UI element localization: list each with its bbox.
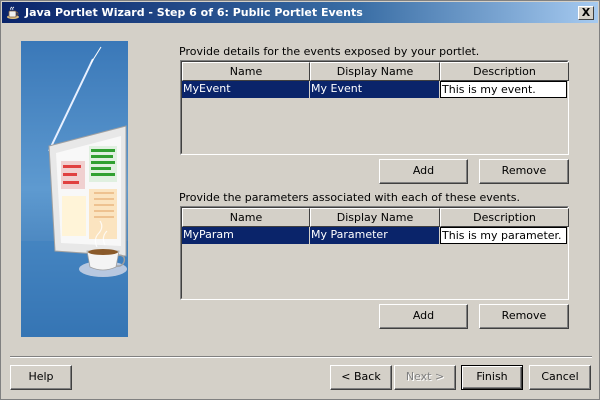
column-header-name[interactable]: Name: [182, 62, 310, 81]
wizard-dialog: Java Portlet Wizard - Step 6 of 6: Publi…: [0, 0, 600, 400]
finish-button[interactable]: Finish: [461, 365, 523, 390]
parameters-remove-button[interactable]: Remove: [479, 304, 569, 329]
cell-display-name[interactable]: My Event: [310, 81, 440, 98]
wizard-side-illustration: [21, 41, 128, 337]
cell-description-editor[interactable]: This is my parameter.: [440, 227, 567, 244]
title-bar[interactable]: Java Portlet Wizard - Step 6 of 6: Publi…: [2, 2, 598, 23]
events-instruction: Provide details for the events exposed b…: [179, 45, 480, 58]
coffee-cup-icon: [5, 5, 21, 21]
events-remove-button[interactable]: Remove: [479, 159, 569, 184]
column-header-display-name[interactable]: Display Name: [310, 62, 440, 81]
help-button[interactable]: Help: [10, 365, 72, 390]
events-table-header: Name Display Name Description: [182, 62, 569, 81]
parameters-add-button[interactable]: Add: [379, 304, 468, 329]
column-header-description[interactable]: Description: [440, 208, 569, 227]
column-header-description[interactable]: Description: [440, 62, 569, 81]
footer-separator: [10, 356, 592, 358]
window-title: Java Portlet Wizard - Step 6 of 6: Publi…: [25, 6, 363, 19]
cell-description-editor[interactable]: This is my event.: [440, 81, 567, 98]
back-button[interactable]: < Back: [330, 365, 392, 390]
close-button[interactable]: X: [578, 5, 594, 20]
cancel-button[interactable]: Cancel: [529, 365, 591, 390]
events-add-button[interactable]: Add: [379, 159, 468, 184]
next-button[interactable]: Next >: [394, 365, 456, 390]
events-table: Name Display Name Description MyEvent My…: [180, 60, 569, 155]
parameters-table: Name Display Name Description MyParam My…: [180, 206, 569, 300]
table-row[interactable]: MyEvent My Event This is my event.: [182, 81, 569, 98]
column-header-name[interactable]: Name: [182, 208, 310, 227]
parameters-instruction: Provide the parameters associated with e…: [179, 191, 521, 204]
table-row[interactable]: MyParam My Parameter This is my paramete…: [182, 227, 569, 244]
parameters-table-header: Name Display Name Description: [182, 208, 569, 227]
cell-name[interactable]: MyEvent: [182, 81, 310, 98]
cell-display-name[interactable]: My Parameter: [310, 227, 440, 244]
column-header-display-name[interactable]: Display Name: [310, 208, 440, 227]
cell-name[interactable]: MyParam: [182, 227, 310, 244]
